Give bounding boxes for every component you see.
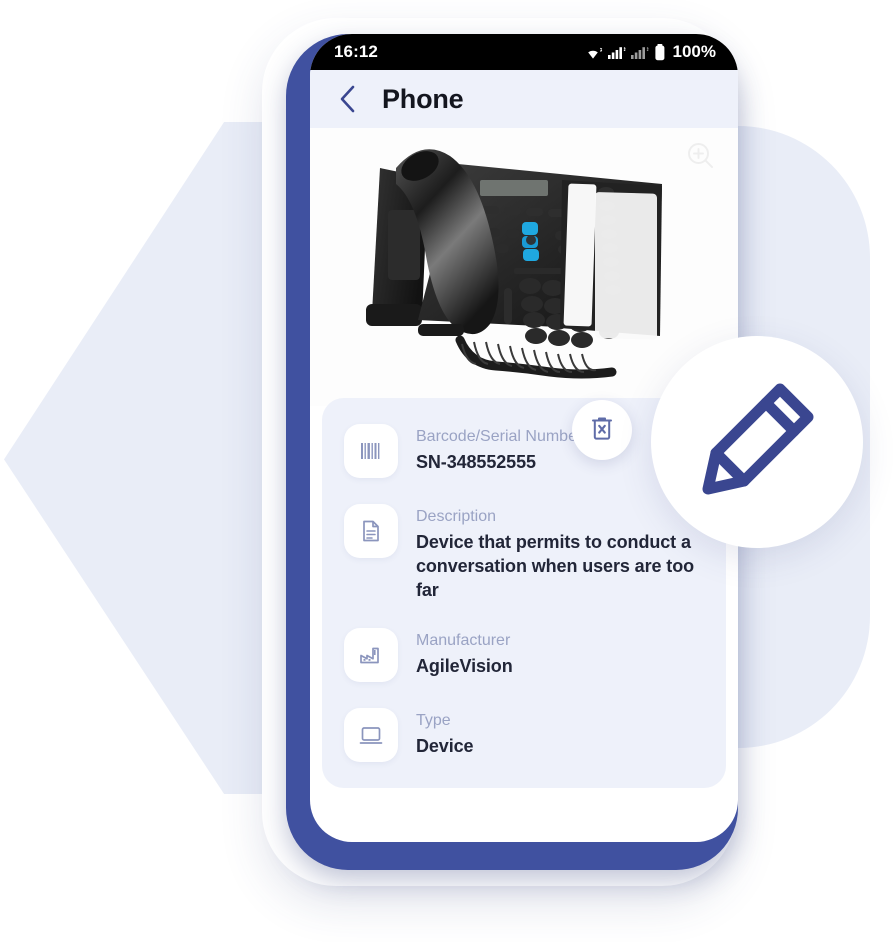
status-time: 16:12: [334, 42, 378, 61]
detail-value: AgileVision: [416, 656, 513, 676]
desk-phone-photo: [310, 128, 738, 406]
pencil-icon: [694, 377, 820, 508]
barcode-icon: [344, 424, 398, 478]
trash-x-icon: [589, 414, 615, 447]
delete-button[interactable]: [572, 400, 632, 460]
edit-button[interactable]: [651, 336, 863, 548]
detail-label: Manufacturer: [416, 632, 511, 649]
detail-value: Device that permits to conduct a convers…: [416, 532, 694, 600]
status-icons: 100%: [584, 42, 716, 62]
document-icon: [344, 504, 398, 558]
detail-value: SN-348552555: [416, 452, 536, 472]
product-image[interactable]: [310, 128, 738, 406]
detail-row-type[interactable]: Type Device: [322, 708, 726, 762]
battery-icon: [654, 43, 666, 61]
cellular-signal-icon: [607, 45, 626, 60]
monitor-icon: [344, 708, 398, 762]
factory-icon: [344, 628, 398, 682]
status-bar: 16:12 100%: [310, 34, 738, 70]
chevron-left-icon[interactable]: [334, 84, 360, 114]
page-title: Phone: [382, 83, 464, 114]
detail-value: Device: [416, 736, 474, 756]
zoom-in-icon[interactable]: [686, 141, 716, 176]
wifi-icon: [584, 45, 603, 60]
app-header: Phone: [310, 70, 738, 128]
cellular-signal-2-icon: [630, 45, 649, 60]
detail-row-description[interactable]: Description Device that permits to condu…: [322, 504, 726, 602]
detail-row-manufacturer[interactable]: Manufacturer AgileVision: [322, 628, 726, 682]
battery-percent: 100%: [672, 42, 716, 61]
detail-label: Description: [416, 508, 497, 525]
detail-label: Barcode/Serial Number: [416, 428, 583, 445]
detail-label: Type: [416, 712, 451, 729]
